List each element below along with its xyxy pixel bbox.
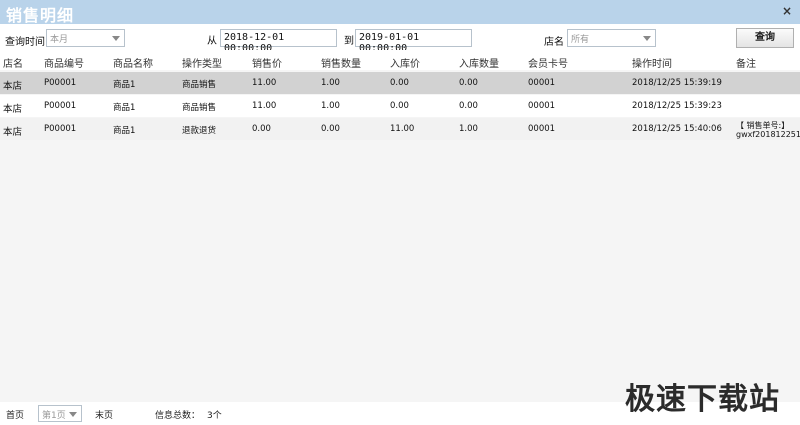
cell-stock-qty: 0.00 — [459, 78, 478, 88]
query-time-label: 查询时间 — [5, 37, 45, 48]
column-header-sale-qty[interactable]: 销售数量 — [321, 55, 361, 70]
cell-note-line2: gwxf20181225153 — [736, 130, 800, 139]
cell-operation-type: 商品销售 — [182, 80, 217, 90]
store-label: 店名 — [544, 37, 564, 48]
column-header-stock-qty[interactable]: 入库数量 — [459, 55, 499, 70]
cell-member-card: 00001 — [528, 78, 556, 88]
cell-product-name: 商品1 — [113, 103, 136, 113]
cell-sale-price: 11.00 — [252, 78, 277, 88]
cell-stock-price: 11.00 — [390, 124, 415, 134]
total-count-label: 信息总数： — [155, 411, 201, 421]
from-label: 从 — [207, 36, 217, 47]
to-date-input[interactable]: 2019-01-01 00:00:00 — [355, 29, 472, 54]
cell-product-name: 商品1 — [113, 126, 136, 136]
query-time-select[interactable]: 本月 — [46, 29, 125, 47]
column-header-store[interactable]: 店名 — [3, 55, 23, 70]
watermark-text: 极速下载站 — [625, 382, 780, 417]
cell-sale-qty: 1.00 — [321, 101, 340, 111]
store-value: 所有 — [571, 35, 590, 45]
column-header-operation-time[interactable]: 操作时间 — [632, 55, 672, 70]
table-row[interactable]: 本店 P00001 商品1 商品销售 11.00 1.00 0.00 0.00 … — [0, 72, 800, 94]
cell-product-code: P00001 — [44, 78, 77, 88]
cell-sale-price: 0.00 — [252, 124, 271, 134]
column-header-stock-price[interactable]: 入库价 — [390, 55, 420, 70]
cell-operation-type: 退款退货 — [182, 126, 217, 136]
column-header-member-card[interactable]: 会员卡号 — [528, 55, 568, 70]
column-header-product-name[interactable]: 商品名称 — [113, 55, 153, 70]
total-count-value: 3个 — [207, 411, 222, 421]
title-bar: 销售明细 × — [0, 0, 800, 25]
window-title: 销售明细 — [6, 6, 75, 25]
column-header-sale-price[interactable]: 销售价 — [252, 55, 282, 70]
query-time-value: 本月 — [50, 35, 69, 45]
cell-product-name: 商品1 — [113, 80, 136, 90]
cell-operation-time: 2018/12/25 15:39:23 — [632, 101, 722, 111]
cell-product-code: P00001 — [44, 101, 77, 111]
table-header: 店名 商品编号 商品名称 操作类型 销售价 销售数量 入库价 入库数量 会员卡号… — [0, 50, 800, 70]
cell-operation-time: 2018/12/25 15:39:19 — [632, 78, 722, 88]
cell-store: 本店 — [3, 104, 23, 115]
cell-member-card: 00001 — [528, 101, 556, 111]
store-select[interactable]: 所有 — [567, 29, 656, 47]
close-icon[interactable]: × — [782, 4, 792, 18]
cell-sale-qty: 1.00 — [321, 78, 340, 88]
sales-detail-table: 店名 商品编号 商品名称 操作类型 销售价 销售数量 入库价 入库数量 会员卡号… — [0, 50, 800, 402]
chevron-down-icon — [643, 36, 651, 41]
page-select-value: 第1页 — [42, 411, 66, 421]
cell-stock-price: 0.00 — [390, 78, 409, 88]
chevron-down-icon — [112, 36, 120, 41]
first-page-link[interactable]: 首页 — [6, 408, 24, 421]
cell-store: 本店 — [3, 81, 23, 92]
cell-sale-qty: 0.00 — [321, 124, 340, 134]
cell-sale-price: 11.00 — [252, 101, 277, 111]
column-header-operation-type[interactable]: 操作类型 — [182, 55, 222, 70]
table-row[interactable]: 本店 P00001 商品1 商品销售 11.00 1.00 0.00 0.00 … — [0, 95, 800, 117]
table-row[interactable]: 本店 P00001 商品1 退款退货 0.00 0.00 11.00 1.00 … — [0, 118, 800, 140]
cell-stock-price: 0.00 — [390, 101, 409, 111]
last-page-link[interactable]: 末页 — [95, 408, 113, 421]
cell-operation-time: 2018/12/25 15:40:06 — [632, 124, 722, 134]
cell-member-card: 00001 — [528, 124, 556, 134]
chevron-down-icon — [69, 412, 77, 417]
cell-stock-qty: 0.00 — [459, 101, 478, 111]
to-label: 到 — [344, 36, 354, 47]
filter-bar: 查询时间 本月 从 2018-12-01 00:00:00 到 2019-01-… — [0, 24, 800, 54]
cell-operation-type: 商品销售 — [182, 103, 217, 113]
cell-stock-qty: 1.00 — [459, 124, 478, 134]
cell-store: 本店 — [3, 127, 23, 138]
column-header-product-code[interactable]: 商品编号 — [44, 55, 84, 70]
search-button[interactable]: 查询 — [736, 28, 794, 48]
column-header-note[interactable]: 备注 — [736, 55, 756, 70]
page-select[interactable]: 第1页 — [38, 405, 82, 422]
cell-product-code: P00001 — [44, 124, 77, 134]
from-date-input[interactable]: 2018-12-01 00:00:00 — [220, 29, 337, 54]
